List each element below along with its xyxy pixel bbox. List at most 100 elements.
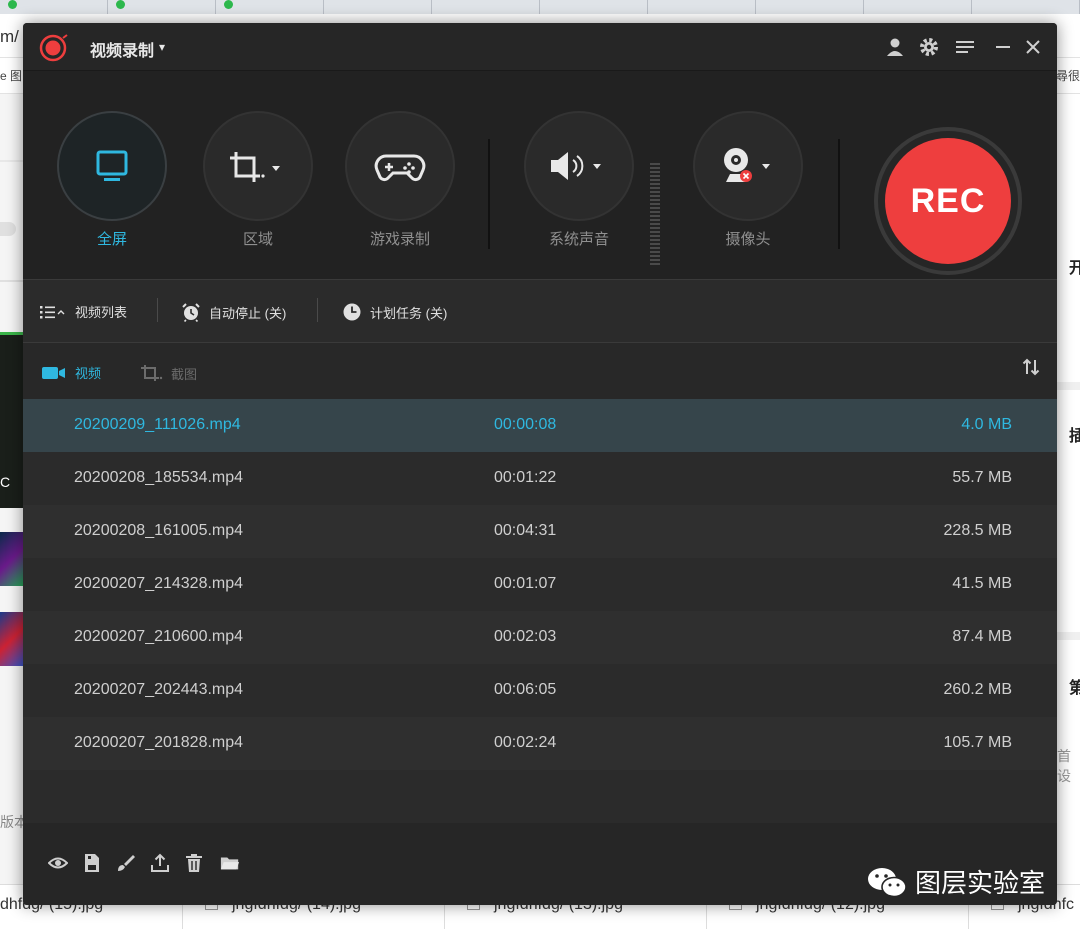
tab-screenshot-label: 截图 <box>171 366 198 382</box>
file-duration: 00:01:07 <box>494 575 557 592</box>
clock-icon <box>343 303 361 321</box>
scheduled-task-label: 计划任务 (关) <box>370 305 448 321</box>
file-name: 20200207_210600.mp4 <box>74 628 244 645</box>
video-list-toggle[interactable]: 视频列表 <box>39 302 127 321</box>
side-heading: 插 <box>1069 428 1080 445</box>
folder-icon[interactable] <box>220 853 240 873</box>
chevron-down-icon <box>272 166 280 171</box>
browser-tab[interactable] <box>108 0 216 14</box>
table-row[interactable]: 20200208_161005.mp4 00:04:31 228.5 MB <box>23 505 1057 558</box>
table-row[interactable]: 20200209_111026.mp4 00:00:08 4.0 MB <box>23 399 1057 452</box>
file-name: 20200208_161005.mp4 <box>74 522 244 539</box>
chevron-down-icon <box>593 164 601 169</box>
file-duration: 00:02:24 <box>494 734 557 751</box>
table-row[interactable]: 20200207_210600.mp4 00:02:03 87.4 MB <box>23 611 1057 664</box>
browser-tab[interactable] <box>216 0 324 14</box>
thumbnail-caption: C <box>0 474 11 490</box>
trash-icon[interactable] <box>184 853 204 873</box>
sort-icon[interactable] <box>1021 357 1041 377</box>
video-camera-icon <box>42 366 65 379</box>
tab-screenshot[interactable]: 截图 <box>139 363 197 383</box>
system-sound-button[interactable] <box>524 111 634 221</box>
region-mode-button[interactable] <box>203 111 313 221</box>
file-size: 260.2 MB <box>943 681 1012 698</box>
toolbar-divider <box>838 139 840 249</box>
webcam-icon <box>724 148 770 182</box>
divider <box>0 160 24 162</box>
auto-stop-option[interactable]: 自动停止 (关) <box>181 302 286 322</box>
speaker-icon <box>551 152 601 180</box>
chevron-down-icon <box>762 164 770 169</box>
file-duration: 00:04:31 <box>494 522 557 539</box>
app-logo-icon <box>39 34 68 62</box>
browser-tab[interactable] <box>540 0 648 14</box>
watermark: 图层实验室 <box>867 863 1045 900</box>
file-size: 228.5 MB <box>943 522 1012 539</box>
browser-tab[interactable] <box>432 0 540 14</box>
eye-icon[interactable] <box>48 853 68 873</box>
browser-tab[interactable] <box>864 0 972 14</box>
window-title[interactable]: 视频录制 <box>90 37 154 61</box>
file-duration: 00:06:05 <box>494 681 557 698</box>
webcam-button[interactable] <box>693 111 803 221</box>
video-list-label: 视频列表 <box>75 305 128 320</box>
wechat-icon <box>867 867 907 897</box>
save-file-icon[interactable] <box>82 853 102 873</box>
menu-icon[interactable] <box>953 35 977 59</box>
divider <box>157 298 158 322</box>
table-row[interactable]: 20200208_185534.mp4 00:01:22 55.7 MB <box>23 452 1057 505</box>
browser-tab[interactable] <box>972 0 1080 14</box>
tab-video[interactable]: 视频 <box>41 363 101 382</box>
system-sound-label: 系统声音 <box>548 231 609 248</box>
scheduled-task-option[interactable]: 计划任务 (关) <box>342 302 447 322</box>
recording-mode-toolbar: 全屏 区域 游戏录制 系统声音 摄像头 REC <box>23 71 1057 279</box>
wechat-icon <box>224 0 233 9</box>
edit-brush-icon[interactable] <box>116 853 136 873</box>
browser-tab[interactable] <box>648 0 756 14</box>
list-icon <box>40 305 65 318</box>
audio-level-meter <box>650 163 660 267</box>
radio-shape <box>0 222 16 236</box>
account-icon[interactable] <box>883 35 907 59</box>
side-heading: 开 <box>1069 260 1080 277</box>
tab-video-label: 视频 <box>75 366 102 381</box>
game-mode-label: 游戏录制 <box>369 231 430 248</box>
title-dropdown-caret[interactable]: ▾ <box>159 40 165 54</box>
close-icon[interactable] <box>1021 35 1045 59</box>
gear-icon[interactable] <box>917 35 941 59</box>
share-upload-icon[interactable] <box>150 853 170 873</box>
alarm-clock-icon <box>182 303 200 322</box>
file-name: 20200208_185534.mp4 <box>74 469 244 486</box>
file-size: 105.7 MB <box>943 734 1012 751</box>
thumbnail-image <box>0 612 24 666</box>
bookmark-item[interactable]: e 图 <box>0 67 22 84</box>
file-duration: 00:00:08 <box>494 416 557 433</box>
monitor-icon <box>96 150 128 181</box>
file-name: 20200209_111026.mp4 <box>74 416 241 433</box>
minimize-icon[interactable] <box>991 35 1015 59</box>
title-bar[interactable]: 视频录制 ▾ <box>23 23 1057 71</box>
bookmark-item[interactable]: 尋很甜 <box>1056 67 1080 84</box>
table-row[interactable]: 20200207_214328.mp4 00:01:07 41.5 MB <box>23 558 1057 611</box>
side-text: 首设 <box>1057 748 1071 784</box>
recordings-list: 20200209_111026.mp4 00:00:08 4.0 MB 2020… <box>23 399 1057 823</box>
file-duration: 00:02:03 <box>494 628 557 645</box>
toolbar-divider <box>488 139 490 249</box>
media-type-tabs: 视频 截图 <box>23 343 1057 399</box>
crop-icon <box>230 152 280 182</box>
browser-tab[interactable] <box>0 0 108 14</box>
options-bar: 视频列表 自动停止 (关) 计划任务 (关) <box>23 279 1057 343</box>
wechat-icon <box>116 0 125 9</box>
browser-tab[interactable] <box>756 0 864 14</box>
fullscreen-mode-button[interactable] <box>57 111 167 221</box>
bottom-action-bar: 图层实验室 <box>23 823 1057 905</box>
game-mode-button[interactable] <box>345 111 455 221</box>
table-row[interactable]: 20200207_201828.mp4 00:02:24 105.7 MB <box>23 717 1057 770</box>
record-button[interactable]: REC <box>885 138 1011 264</box>
side-heading: 第 <box>1069 680 1080 697</box>
file-name: 20200207_201828.mp4 <box>74 734 244 751</box>
browser-tab[interactable] <box>324 0 432 14</box>
file-size: 4.0 MB <box>961 416 1012 433</box>
table-row[interactable]: 20200207_202443.mp4 00:06:05 260.2 MB <box>23 664 1057 717</box>
divider <box>0 280 24 282</box>
